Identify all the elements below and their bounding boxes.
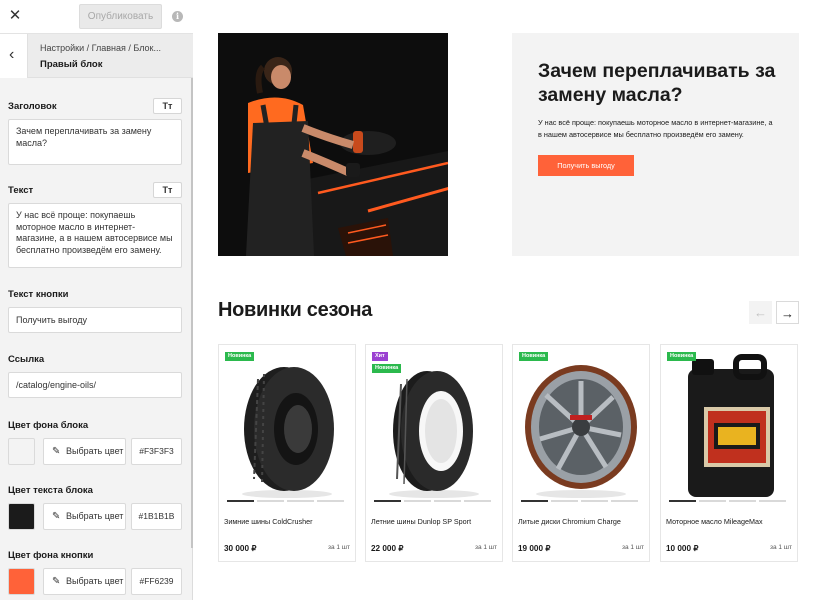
gallery-dot[interactable] <box>287 500 314 502</box>
product-unit: за 1 шт <box>474 544 497 551</box>
product-name[interactable]: Зимние шины ColdCrusher <box>224 517 354 526</box>
product-card[interactable]: Новинка Литые диски Chromium Charge 19 0… <box>512 344 650 562</box>
bg-color-row: ✎ Выбрать цвет #F3F3F3 <box>8 438 182 465</box>
gallery-dot[interactable] <box>611 500 638 502</box>
panel-scrollbar[interactable] <box>191 78 193 548</box>
hero-text: У нас всё проще: покупаешь моторное масл… <box>538 118 773 139</box>
gallery-dots <box>374 500 492 502</box>
product-name[interactable]: Литые диски Chromium Charge <box>518 517 648 526</box>
text-color-row: ✎ Выбрать цвет #1B1B1B <box>8 503 182 530</box>
link-label: Ссылка <box>8 354 45 365</box>
gallery-dot[interactable] <box>581 500 608 502</box>
breadcrumb[interactable]: Настройки / Главная / Блок... <box>40 43 161 53</box>
gallery-dot[interactable] <box>759 500 786 502</box>
gallery-dots <box>227 500 345 502</box>
product-price: 19 000 ₽ <box>518 544 551 553</box>
close-icon[interactable]: ✕ <box>6 7 24 25</box>
breadcrumb-bar: ‹ Настройки / Главная / Блок... Правый б… <box>0 34 193 78</box>
badge-new: Новинка <box>372 364 402 373</box>
gallery-dot[interactable] <box>464 500 491 502</box>
bg-color-hex-field[interactable]: #F3F3F3 <box>131 438 182 465</box>
text-color-hex-field[interactable]: #1B1B1B <box>131 503 182 530</box>
badge-new: Новинка <box>667 352 697 361</box>
info-icon[interactable]: i <box>172 11 183 22</box>
gallery-dot[interactable] <box>669 500 696 502</box>
btn-color-row: ✎ Выбрать цвет #FF6239 <box>8 568 182 595</box>
badge-hit: Хит <box>372 352 388 361</box>
tire-illustration <box>242 367 334 498</box>
pick-color-label: Выбрать цвет <box>66 511 124 521</box>
product-image <box>666 349 792 499</box>
panel-title: Правый блок <box>40 59 103 70</box>
product-name[interactable]: Летние шины Dunlop SP Sport <box>371 517 501 526</box>
gallery-dot[interactable] <box>551 500 578 502</box>
gallery-dot[interactable] <box>521 500 548 502</box>
product-card[interactable]: Новинка Моторное масло MileageMax 10 000… <box>660 344 798 562</box>
product-image <box>518 349 644 499</box>
hero-image <box>218 33 448 256</box>
pick-color-label: Выбрать цвет <box>66 446 124 456</box>
pencil-icon: ✎ <box>52 511 61 522</box>
link-field[interactable]: /catalog/engine-oils/ <box>8 372 182 398</box>
bg-color-swatch[interactable] <box>8 438 35 465</box>
gallery-dot[interactable] <box>729 500 756 502</box>
btn-color-hex-field[interactable]: #FF6239 <box>131 568 182 595</box>
product-name[interactable]: Моторное масло MileageMax <box>666 517 796 526</box>
hero-title: Зачем переплачивать за замену масла? <box>538 60 776 106</box>
gallery-dot[interactable] <box>317 500 344 502</box>
text-color-label: Цвет текста блока <box>8 485 93 496</box>
button-text-field[interactable]: Получить выгоду <box>8 307 182 333</box>
text-color-pick-button[interactable]: ✎ Выбрать цвет <box>43 503 126 530</box>
product-card[interactable]: Хит Новинка Летние шины Dunlop SP Sport … <box>365 344 503 562</box>
gallery-dot[interactable] <box>227 500 254 502</box>
button-text-label: Текст кнопки <box>8 289 69 300</box>
gallery-dots <box>669 500 787 502</box>
btn-color-label: Цвет фона кнопки <box>8 550 94 561</box>
mechanic-illustration <box>218 33 448 256</box>
gallery-dot[interactable] <box>434 500 461 502</box>
publish-button[interactable]: Опубликовать <box>79 4 162 29</box>
text-field[interactable]: У нас всё проще: покупаешь моторное масл… <box>8 203 182 268</box>
product-image <box>224 349 350 499</box>
section-title: Новинки сезона <box>218 299 373 321</box>
product-price: 22 000 ₽ <box>371 544 404 553</box>
product-unit: за 1 шт <box>621 544 644 551</box>
hero-cta-button[interactable]: Получить выгоду <box>538 155 634 176</box>
text-label: Текст <box>8 185 34 196</box>
heading-format-button[interactable]: Tт <box>153 98 182 114</box>
badge-new: Новинка <box>225 352 255 361</box>
btn-color-swatch[interactable] <box>8 568 35 595</box>
arrow-left-icon[interactable]: ← <box>749 301 772 324</box>
bg-color-pick-button[interactable]: ✎ Выбрать цвет <box>43 438 126 465</box>
settings-panel: ✕ Опубликовать i ‹ Настройки / Главная /… <box>0 0 193 600</box>
gallery-dot[interactable] <box>699 500 726 502</box>
badge-new: Новинка <box>519 352 549 361</box>
heading-field[interactable]: Зачем переплачивать за замену масла? <box>8 119 182 165</box>
btn-color-pick-button[interactable]: ✎ Выбрать цвет <box>43 568 126 595</box>
pencil-icon: ✎ <box>52 446 61 457</box>
product-unit: за 1 шт <box>769 544 792 551</box>
oil-canister-illustration <box>688 354 774 497</box>
heading-label: Заголовок <box>8 101 57 112</box>
gallery-dots <box>521 500 639 502</box>
hero-card: Зачем переплачивать за замену масла? У н… <box>512 33 799 256</box>
product-unit: за 1 шт <box>327 544 350 551</box>
product-card[interactable]: Новинка Зимние шины ColdCrusher 30 000 ₽… <box>218 344 356 562</box>
pick-color-label: Выбрать цвет <box>66 576 124 586</box>
text-format-button[interactable]: Tт <box>153 182 182 198</box>
gallery-dot[interactable] <box>374 500 401 502</box>
arrow-right-icon[interactable]: → <box>776 301 799 324</box>
back-button[interactable]: ‹ <box>0 34 28 78</box>
wheel-illustration <box>525 365 637 498</box>
product-price: 10 000 ₽ <box>666 544 699 553</box>
product-price: 30 000 ₽ <box>224 544 257 553</box>
gallery-dot[interactable] <box>257 500 284 502</box>
gallery-dot[interactable] <box>404 500 431 502</box>
bg-color-label: Цвет фона блока <box>8 420 89 431</box>
pencil-icon: ✎ <box>52 576 61 587</box>
panel-topbar: ✕ Опубликовать i <box>0 0 193 34</box>
chevron-left-icon: ‹ <box>9 46 15 63</box>
text-color-swatch[interactable] <box>8 503 35 530</box>
